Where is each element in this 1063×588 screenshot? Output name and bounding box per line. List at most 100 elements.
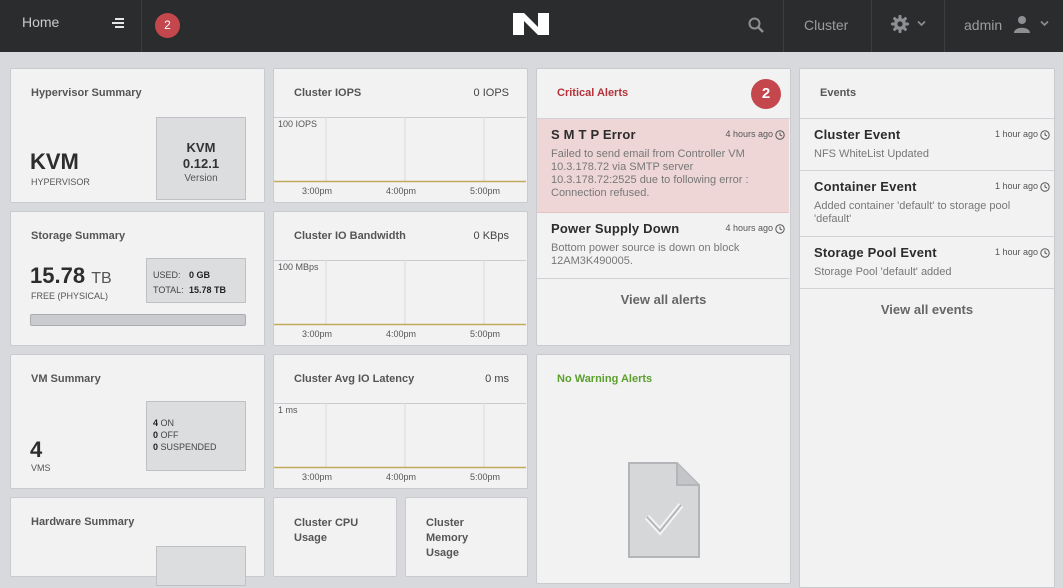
storage-usage-bar [30, 314, 246, 326]
event-time: 1 hour ago [994, 129, 1038, 139]
home-menu[interactable]: Home [22, 14, 59, 30]
vm-count: 4 [30, 437, 43, 462]
alert-description: Bottom power source is down on block 12A… [551, 242, 740, 267]
cluster-iops-widget[interactable]: Cluster IOPS 0 IOPS 100 IOPS 3:00pm 4:00… [273, 68, 528, 203]
top-navigation-bar: Home 2 Cluster admin [0, 0, 1063, 52]
view-all-alerts-link[interactable]: View all alerts [537, 292, 790, 307]
menu-icon[interactable] [108, 15, 124, 31]
event-title: Storage Pool Event [814, 245, 937, 260]
vm-summary-widget[interactable]: VM Summary 4 VMS 4 ON 0 OFF 0 SUSPENDED [10, 354, 265, 489]
vm-state-box: 4 ON 0 OFF 0 SUSPENDED [146, 401, 246, 471]
warning-alerts-widget[interactable]: No Warning Alerts [536, 354, 791, 584]
storage-usage-box: USED: 0 GB TOTAL: 15.78 TB [146, 258, 246, 303]
clock-icon [1040, 248, 1050, 258]
chart-x-tick: 5:00pm [470, 472, 501, 482]
hypervisor-label: HYPERVISOR [31, 177, 90, 187]
widget-title: Hardware Summary [31, 516, 135, 528]
alert-item[interactable]: Power Supply Down 4 hours ago Bottom pow… [537, 213, 789, 279]
divider [783, 0, 784, 52]
hardware-summary-widget[interactable]: Hardware Summary [10, 497, 265, 586]
storage-free-label: FREE (PHYSICAL) [31, 291, 109, 301]
cluster-io-bandwidth-widget[interactable]: Cluster IO Bandwidth 0 KBps 100 MBps 3:0… [273, 211, 528, 346]
widget-title: Hypervisor Summary [31, 87, 142, 99]
event-item[interactable]: Cluster Event 1 hour ago NFS WhiteList U… [800, 119, 1054, 171]
chart-y-max-label: 100 IOPS [278, 119, 318, 129]
critical-alert-count-badge[interactable]: 2 [751, 79, 781, 109]
divider [871, 0, 872, 52]
event-item[interactable]: Container Event 1 hour ago Added contain… [800, 171, 1054, 237]
event-time: 1 hour ago [994, 181, 1038, 191]
alert-title: S M T P Error [551, 127, 636, 142]
storage-summary-widget[interactable]: Storage Summary 15.78 TB FREE (PHYSICAL)… [10, 211, 265, 346]
divider [944, 0, 945, 52]
nutanix-logo[interactable] [513, 13, 549, 35]
widget-title: Events [820, 87, 857, 99]
version-label: Version [184, 173, 218, 184]
vm-count-label: VMS [31, 463, 51, 473]
search-icon[interactable] [748, 17, 764, 33]
hypervisor-box-name: KVM [186, 140, 216, 155]
chart-y-max-label: 100 MBps [278, 262, 319, 272]
widget-title: Cluster IO Bandwidth [294, 230, 406, 242]
chart-x-tick: 4:00pm [386, 186, 417, 196]
cluster-memory-usage-widget[interactable]: Cluster Memory Usage [405, 497, 528, 577]
hypervisor-name: KVM [30, 149, 79, 174]
hypervisor-summary-widget[interactable]: Hypervisor Summary KVM HYPERVISOR KVM 0.… [10, 68, 265, 203]
chart-y-max-label: 1 ms [278, 405, 298, 415]
widget-title: Cluster Avg IO Latency [294, 373, 415, 385]
event-title: Cluster Event [814, 127, 901, 142]
event-time: 1 hour ago [994, 247, 1038, 257]
iops-chart: 100 IOPS 3:00pm 4:00pm 5:00pm [274, 117, 526, 201]
bandwidth-chart: 100 MBps 3:00pm 4:00pm 5:00pm [274, 260, 526, 344]
alert-description: Failed to send email from Controller VM … [551, 148, 749, 199]
clock-icon [775, 224, 785, 234]
cluster-menu[interactable]: Cluster [804, 17, 848, 33]
clock-icon [775, 130, 785, 140]
chart-x-tick: 4:00pm [386, 472, 417, 482]
clock-icon [1040, 182, 1050, 192]
alert-count-badge[interactable]: 2 [155, 13, 180, 38]
widget-title: Cluster IOPS [294, 87, 362, 99]
widget-title: VM Summary [31, 373, 101, 385]
user-menu[interactable]: admin [964, 17, 1002, 33]
iops-value: 0 IOPS [473, 87, 509, 99]
events-widget[interactable]: Events Cluster Event 1 hour ago NFS Whit… [799, 68, 1055, 588]
hardware-box [156, 546, 246, 586]
clock-icon [1040, 130, 1050, 140]
alert-item[interactable]: S M T P Error 4 hours ago Failed to send… [537, 119, 789, 213]
latency-chart: 1 ms 3:00pm 4:00pm 5:00pm [274, 403, 526, 487]
widget-title: Critical Alerts [557, 87, 629, 99]
widget-title: No Warning Alerts [557, 373, 653, 385]
storage-free-value: 15.78 TB [30, 263, 112, 288]
latency-value: 0 ms [485, 373, 509, 385]
storage-used-value: 0 GB [189, 270, 211, 280]
user-icon[interactable] [1013, 15, 1031, 33]
event-title: Container Event [814, 179, 917, 194]
chevron-down-icon[interactable] [1040, 20, 1049, 27]
chart-x-tick: 4:00pm [386, 329, 417, 339]
alert-time: 4 hours ago [725, 129, 773, 139]
hypervisor-version: 0.12.1 [182, 156, 220, 171]
widget-title: Cluster Memory Usage [426, 517, 469, 559]
cluster-cpu-usage-widget[interactable]: Cluster CPU Usage [273, 497, 397, 577]
chevron-down-icon[interactable] [917, 20, 926, 27]
chart-x-tick: 5:00pm [470, 329, 501, 339]
view-all-events-link[interactable]: View all events [800, 302, 1054, 317]
chart-x-tick: 3:00pm [302, 329, 333, 339]
chart-x-tick: 3:00pm [302, 186, 333, 196]
document-check-icon [628, 462, 700, 558]
hypervisor-version-box: KVM 0.12.1 Version [156, 117, 246, 200]
gear-icon[interactable] [891, 15, 909, 33]
chart-x-tick: 5:00pm [470, 186, 501, 196]
divider [141, 0, 142, 52]
cluster-avg-io-latency-widget[interactable]: Cluster Avg IO Latency 0 ms 1 ms 3:00pm … [273, 354, 528, 489]
alert-title: Power Supply Down [551, 221, 680, 236]
bandwidth-value: 0 KBps [473, 230, 509, 242]
widget-title: Cluster CPU Usage [294, 517, 359, 544]
widget-title: Storage Summary [31, 230, 126, 242]
event-description: NFS WhiteList Updated [814, 148, 929, 160]
alert-time: 4 hours ago [725, 223, 773, 233]
chart-x-tick: 3:00pm [302, 472, 333, 482]
critical-alerts-widget[interactable]: Critical Alerts 2 S M T P Error 4 hours … [536, 68, 791, 346]
event-item[interactable]: Storage Pool Event 1 hour ago Storage Po… [800, 237, 1054, 289]
